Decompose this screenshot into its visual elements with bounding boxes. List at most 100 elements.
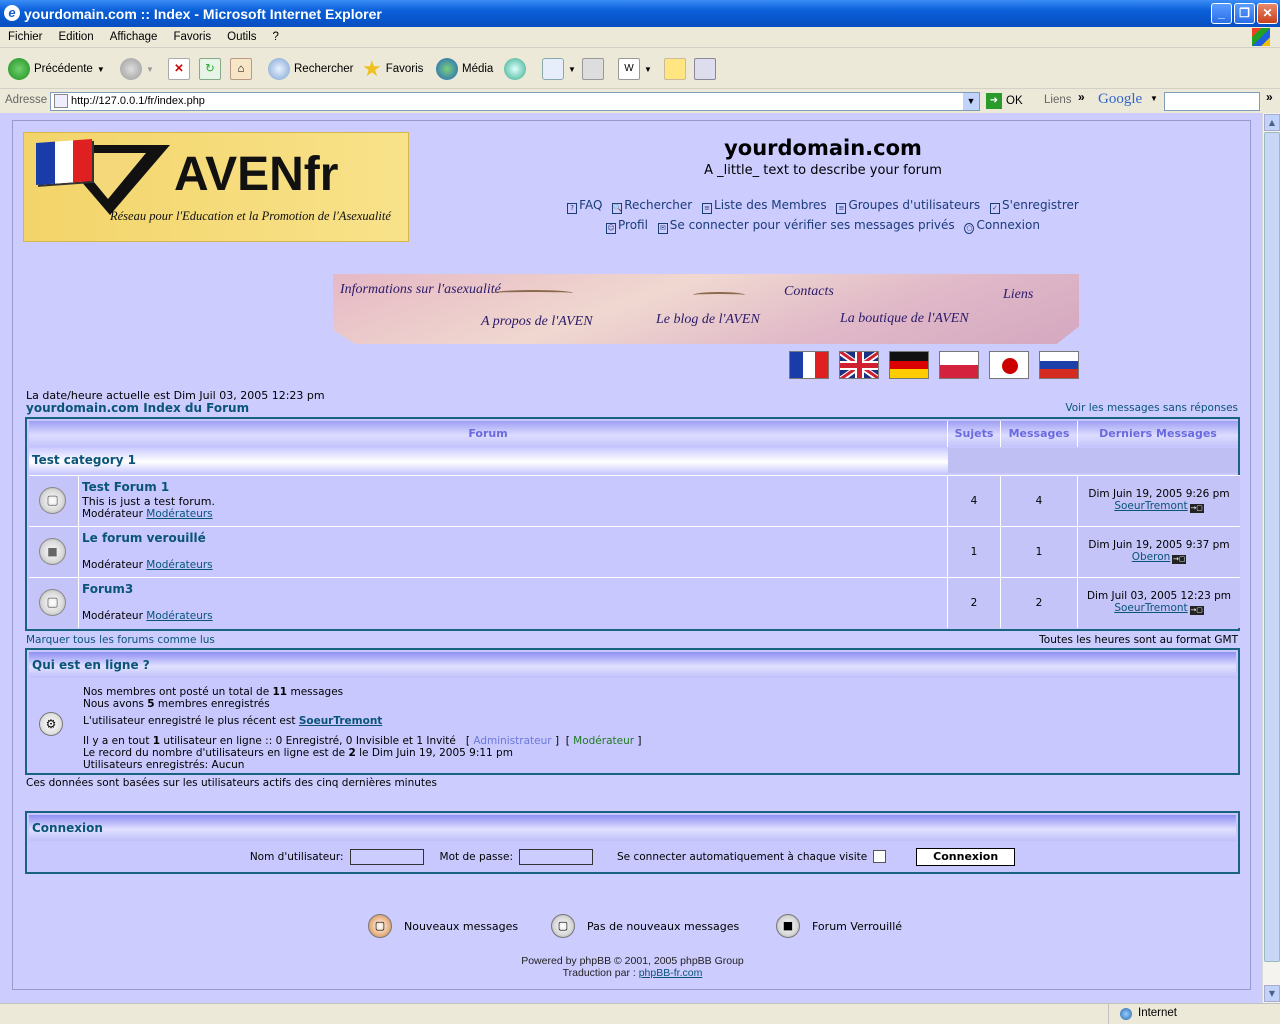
category-row[interactable]: Test category 1 (29, 448, 948, 473)
header-topics: Sujets (948, 421, 1001, 447)
address-input[interactable]: http://127.0.0.1/fr/index.php ▼ (50, 92, 980, 111)
menu-search[interactable]: 🔍 Rechercher (612, 198, 692, 214)
mark-all-read-link[interactable]: Marquer tous les forums comme lus (26, 634, 215, 646)
france-flag[interactable] (789, 351, 829, 379)
last-post: Dim Juin 19, 2005 9:37 pm Oberon →▢ (1078, 527, 1240, 577)
forward-button[interactable]: ▼ (120, 57, 154, 81)
autologin-checkbox[interactable] (873, 850, 887, 863)
menu-bar: Fichier Edition Affichage Favoris Outils… (0, 27, 1280, 48)
no-new-posts-icon: ▢ (551, 914, 575, 938)
mail-button[interactable]: ▼ (542, 57, 576, 81)
login-button[interactable]: Connexion (916, 847, 1016, 866)
print-button[interactable] (582, 57, 604, 81)
menu-private-messages[interactable]: ✉ Se connecter pour vérifier ses messages… (657, 218, 955, 234)
forum-title[interactable]: Le forum verouillé (82, 531, 206, 545)
category-title[interactable]: Test category 1 (32, 453, 136, 467)
menu-favoris[interactable]: Favoris (165, 31, 219, 43)
post-count: 4 (1001, 476, 1078, 526)
banner-link-liens[interactable]: Liens (1003, 287, 1033, 303)
new-posts-icon: ▢ (368, 914, 392, 938)
search-button[interactable]: Rechercher (268, 57, 353, 81)
stop-button[interactable]: ✕ (168, 57, 190, 81)
research-button[interactable] (694, 57, 716, 81)
aven-logo[interactable]: AVENfr Réseau pour l'Education et la Pro… (23, 132, 409, 242)
back-button[interactable]: Précédente ▼ (8, 57, 105, 81)
forum-title[interactable]: Forum3 (82, 582, 133, 596)
home-icon: ⌂ (230, 58, 252, 80)
edit-button[interactable]: W ▼ (618, 57, 652, 81)
germany-flag[interactable] (889, 351, 929, 379)
print-icon (582, 58, 604, 80)
login-icon: ○ (964, 223, 975, 234)
internet-zone-icon (1120, 1008, 1132, 1020)
aven-banner: Informations sur l'asexualité Contacts L… (333, 274, 1079, 344)
message-icon: ✉ (657, 223, 668, 234)
media-button[interactable]: Média (436, 57, 493, 81)
menu-affichage[interactable]: Affichage (102, 31, 166, 43)
maximize-button[interactable]: ❐ (1234, 3, 1255, 24)
username-label: Nom d'utilisateur: (249, 850, 344, 863)
stop-icon: ✕ (168, 58, 190, 80)
last-post-user[interactable]: SoeurTremont (1114, 602, 1187, 614)
minimize-button[interactable]: _ (1211, 3, 1232, 24)
menu-register[interactable]: ✓ S'enregistrer (989, 198, 1079, 214)
poland-flag[interactable] (939, 351, 979, 379)
refresh-button[interactable]: ↻ (199, 57, 221, 81)
scroll-thumb[interactable] (1264, 132, 1280, 962)
view-latest-post-icon[interactable]: →▢ (1189, 504, 1204, 513)
faq-icon: ? (567, 203, 578, 214)
menu-faq[interactable]: ? FAQ (567, 198, 602, 214)
forum-title[interactable]: Test Forum 1 (82, 480, 169, 494)
register-icon: ✓ (989, 203, 1000, 214)
online-title[interactable]: Qui est en ligne ? (29, 652, 1236, 678)
scroll-down-arrow[interactable]: ▼ (1264, 985, 1280, 1002)
search-icon: 🔍 (612, 203, 623, 214)
russia-flag[interactable] (1039, 351, 1079, 379)
uk-flag[interactable] (839, 351, 879, 379)
favorites-button[interactable]: ★ Favoris (362, 56, 423, 81)
home-button[interactable]: ⌂ (230, 57, 252, 81)
view-latest-post-icon[interactable]: →▢ (1189, 606, 1204, 615)
moderators-link[interactable]: Modérateurs (146, 559, 212, 571)
moderators-link[interactable]: Modérateurs (146, 610, 212, 622)
forum-row: ▢ Test Forum 1 This is just a test forum… (29, 475, 1240, 526)
menu-memberlist[interactable]: ≡ Liste des Membres (702, 198, 827, 214)
forward-arrow-icon (120, 58, 142, 80)
address-dropdown[interactable]: ▼ (963, 93, 979, 110)
translation-link[interactable]: phpBB-fr.com (639, 967, 703, 979)
browser-viewport: AVENfr Réseau pour l'Education et la Pro… (0, 113, 1262, 1003)
unanswered-posts-link[interactable]: Voir les messages sans réponses (1065, 402, 1238, 414)
google-search-input[interactable] (1164, 92, 1260, 111)
scroll-up-arrow[interactable]: ▲ (1264, 114, 1280, 131)
banner-link-boutique[interactable]: La boutique de l'AVEN (840, 311, 969, 327)
banner-link-info[interactable]: Informations sur l'asexualité (340, 282, 501, 298)
links-label[interactable]: Liens (1044, 94, 1072, 106)
menu-help[interactable]: ? (265, 31, 287, 43)
discuss-button[interactable] (664, 57, 686, 81)
username-input[interactable] (349, 848, 424, 865)
password-input[interactable] (519, 848, 593, 865)
view-latest-post-icon[interactable]: →▢ (1172, 555, 1187, 564)
history-button[interactable] (504, 57, 526, 81)
google-toolbar-button[interactable]: Google (1098, 91, 1142, 108)
menu-profile[interactable]: ☺ Profil (606, 218, 648, 234)
newest-member-link[interactable]: SoeurTremont (299, 715, 383, 727)
menu-fichier[interactable]: Fichier (0, 31, 51, 43)
menu-usergroups[interactable]: ≡ Groupes d'utilisateurs (836, 198, 980, 214)
last-post-user[interactable]: SoeurTremont (1114, 500, 1187, 512)
search-icon (268, 58, 290, 80)
banner-link-apropos[interactable]: A propos de l'AVEN (481, 314, 593, 330)
vertical-scrollbar[interactable]: ▲ ▼ (1262, 113, 1280, 1003)
security-zone: Internet (1138, 1007, 1177, 1019)
menu-edition[interactable]: Edition (51, 31, 102, 43)
menu-outils[interactable]: Outils (219, 31, 264, 43)
menu-login[interactable]: ○ Connexion (964, 218, 1040, 234)
moderators-link[interactable]: Modérateurs (146, 508, 212, 520)
last-post-user[interactable]: Oberon (1132, 551, 1171, 563)
banner-link-contacts[interactable]: Contacts (784, 284, 834, 300)
go-button[interactable]: ➜ OK (986, 93, 1023, 109)
banner-link-blog[interactable]: Le blog de l'AVEN (656, 312, 760, 328)
japan-flag[interactable] (989, 351, 1029, 379)
forum-index-link[interactable]: yourdomain.com Index du Forum (26, 401, 249, 415)
close-button[interactable]: ✕ (1257, 3, 1278, 24)
